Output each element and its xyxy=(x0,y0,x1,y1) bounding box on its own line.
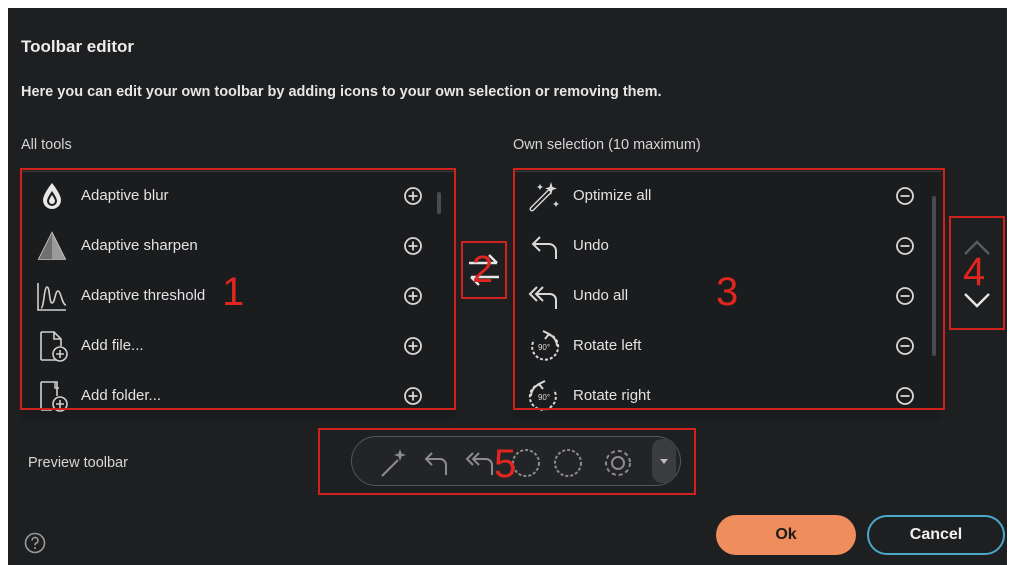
annotation-number-4: 4 xyxy=(963,250,986,294)
ok-button[interactable]: Ok xyxy=(716,515,856,555)
help-icon[interactable] xyxy=(24,532,46,554)
annotation-number-3: 3 xyxy=(716,270,739,314)
cancel-button[interactable]: Cancel xyxy=(867,515,1005,555)
dialog-title: Toolbar editor xyxy=(21,37,135,56)
annotation-number-5: 5 xyxy=(494,442,517,486)
own-selection-label: Own selection (10 maximum) xyxy=(513,137,701,153)
annotation-number-1: 1 xyxy=(222,270,245,314)
dialog-description: Here you can edit your own toolbar by ad… xyxy=(21,84,662,100)
annotation-number-2: 2 xyxy=(472,249,494,291)
toolbar-editor-dialog: Toolbar editor Here you can edit your ow… xyxy=(8,8,1007,565)
all-tools-label: All tools xyxy=(21,137,72,153)
preview-toolbar-label: Preview toolbar xyxy=(28,455,128,471)
